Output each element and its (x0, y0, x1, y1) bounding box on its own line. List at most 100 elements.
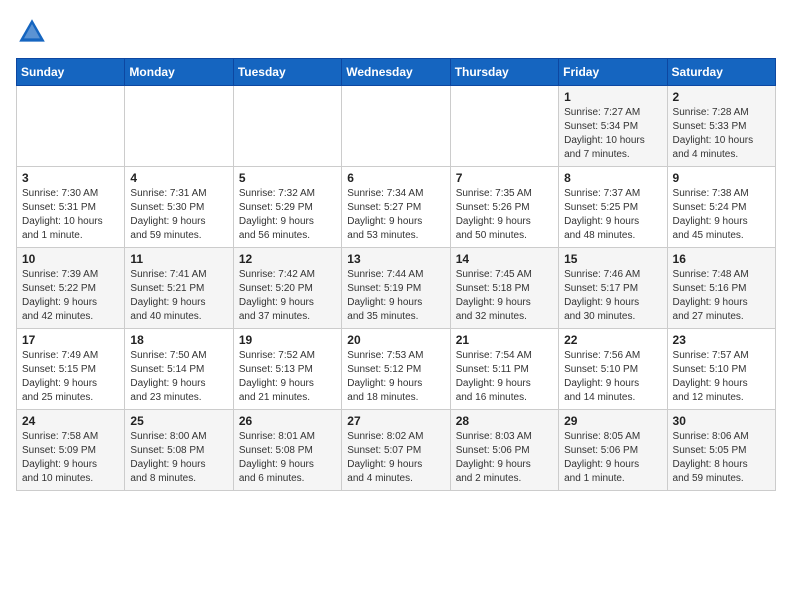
calendar-header: SundayMondayTuesdayWednesdayThursdayFrid… (17, 59, 776, 86)
week-row-1: 3 Sunrise: 7:30 AM Sunset: 5:31 PM Daylig… (17, 167, 776, 248)
day-header-monday: Monday (125, 59, 233, 86)
day-info: Sunrise: 7:42 AM Sunset: 5:20 PM Dayligh… (239, 268, 336, 324)
logo (16, 16, 52, 48)
day-number: 28 (456, 414, 553, 428)
day-number: 17 (22, 333, 119, 347)
day-info: Sunrise: 7:30 AM Sunset: 5:31 PM Dayligh… (22, 187, 119, 243)
day-number: 16 (673, 252, 770, 266)
day-header-sunday: Sunday (17, 59, 125, 86)
day-cell: 16Sunrise: 7:48 AM Sunset: 5:16 PM Dayli… (667, 248, 775, 329)
day-info: Sunrise: 8:00 AM Sunset: 5:08 PM Dayligh… (130, 430, 227, 486)
logo-icon (16, 16, 48, 48)
day-cell: 19 Sunrise: 7:52 AM Sunset: 5:13 PM Dayli… (233, 329, 341, 410)
day-cell (125, 86, 233, 167)
day-info: Sunrise: 8:01 AM Sunset: 5:08 PM Dayligh… (239, 430, 336, 486)
week-row-0: 1 Sunrise: 7:27 AM Sunset: 5:34 PM Daylig… (17, 86, 776, 167)
day-number: 13 (347, 252, 444, 266)
day-info: Sunrise: 7:41 AM Sunset: 5:21 PM Dayligh… (130, 268, 227, 324)
day-number: 14 (456, 252, 553, 266)
day-info: Sunrise: 7:56 AM Sunset: 5:10 PM Dayligh… (564, 349, 661, 405)
day-number: 1 (564, 90, 661, 104)
day-number: 11 (130, 252, 227, 266)
day-cell: 3 Sunrise: 7:30 AM Sunset: 5:31 PM Daylig… (17, 167, 125, 248)
day-cell (342, 86, 450, 167)
day-info: Sunrise: 7:27 AM Sunset: 5:34 PM Dayligh… (564, 106, 661, 162)
day-info: Sunrise: 7:38 AM Sunset: 5:24 PM Dayligh… (673, 187, 770, 243)
day-number: 6 (347, 171, 444, 185)
day-info: Sunrise: 8:03 AM Sunset: 5:06 PM Dayligh… (456, 430, 553, 486)
day-number: 3 (22, 171, 119, 185)
day-number: 2 (673, 90, 770, 104)
day-cell: 29 Sunrise: 8:05 AM Sunset: 5:06 PM Dayli… (559, 410, 667, 491)
day-info: Sunrise: 7:44 AM Sunset: 5:19 PM Dayligh… (347, 268, 444, 324)
week-row-2: 10Sunrise: 7:39 AM Sunset: 5:22 PM Dayli… (17, 248, 776, 329)
day-cell (450, 86, 558, 167)
day-info: Sunrise: 7:54 AM Sunset: 5:11 PM Dayligh… (456, 349, 553, 405)
day-number: 25 (130, 414, 227, 428)
day-info: Sunrise: 7:34 AM Sunset: 5:27 PM Dayligh… (347, 187, 444, 243)
day-info: Sunrise: 7:28 AM Sunset: 5:33 PM Dayligh… (673, 106, 770, 162)
day-cell: 13 Sunrise: 7:44 AM Sunset: 5:19 PM Dayli… (342, 248, 450, 329)
day-info: Sunrise: 7:52 AM Sunset: 5:13 PM Dayligh… (239, 349, 336, 405)
day-number: 4 (130, 171, 227, 185)
day-cell: 22 Sunrise: 7:56 AM Sunset: 5:10 PM Dayli… (559, 329, 667, 410)
day-cell (17, 86, 125, 167)
day-cell: 17 Sunrise: 7:49 AM Sunset: 5:15 PM Dayli… (17, 329, 125, 410)
day-header-saturday: Saturday (667, 59, 775, 86)
day-cell: 12 Sunrise: 7:42 AM Sunset: 5:20 PM Dayli… (233, 248, 341, 329)
day-info: Sunrise: 7:46 AM Sunset: 5:17 PM Dayligh… (564, 268, 661, 324)
day-cell: 9 Sunrise: 7:38 AM Sunset: 5:24 PM Daylig… (667, 167, 775, 248)
day-number: 8 (564, 171, 661, 185)
day-cell: 18 Sunrise: 7:50 AM Sunset: 5:14 PM Dayli… (125, 329, 233, 410)
day-cell: 14 Sunrise: 7:45 AM Sunset: 5:18 PM Dayli… (450, 248, 558, 329)
day-number: 29 (564, 414, 661, 428)
day-info: Sunrise: 7:49 AM Sunset: 5:15 PM Dayligh… (22, 349, 119, 405)
day-number: 30 (673, 414, 770, 428)
day-cell: 25 Sunrise: 8:00 AM Sunset: 5:08 PM Dayli… (125, 410, 233, 491)
day-cell: 26 Sunrise: 8:01 AM Sunset: 5:08 PM Dayli… (233, 410, 341, 491)
day-cell: 23Sunrise: 7:57 AM Sunset: 5:10 PM Dayli… (667, 329, 775, 410)
day-number: 24 (22, 414, 119, 428)
day-cell: 2 Sunrise: 7:28 AM Sunset: 5:33 PM Daylig… (667, 86, 775, 167)
day-info: Sunrise: 7:39 AM Sunset: 5:22 PM Dayligh… (22, 268, 119, 324)
week-row-4: 24 Sunrise: 7:58 AM Sunset: 5:09 PM Dayli… (17, 410, 776, 491)
day-cell: 21 Sunrise: 7:54 AM Sunset: 5:11 PM Dayli… (450, 329, 558, 410)
day-info: Sunrise: 7:50 AM Sunset: 5:14 PM Dayligh… (130, 349, 227, 405)
day-info: Sunrise: 7:57 AM Sunset: 5:10 PM Dayligh… (673, 349, 770, 405)
day-number: 9 (673, 171, 770, 185)
day-cell: 28 Sunrise: 8:03 AM Sunset: 5:06 PM Dayli… (450, 410, 558, 491)
day-info: Sunrise: 7:37 AM Sunset: 5:25 PM Dayligh… (564, 187, 661, 243)
day-header-friday: Friday (559, 59, 667, 86)
day-number: 22 (564, 333, 661, 347)
calendar-table: SundayMondayTuesdayWednesdayThursdayFrid… (16, 58, 776, 491)
header (16, 16, 776, 48)
day-info: Sunrise: 7:53 AM Sunset: 5:12 PM Dayligh… (347, 349, 444, 405)
day-info: Sunrise: 7:58 AM Sunset: 5:09 PM Dayligh… (22, 430, 119, 486)
calendar-body: 1 Sunrise: 7:27 AM Sunset: 5:34 PM Daylig… (17, 86, 776, 491)
day-number: 12 (239, 252, 336, 266)
day-info: Sunrise: 8:05 AM Sunset: 5:06 PM Dayligh… (564, 430, 661, 486)
day-cell: 27Sunrise: 8:02 AM Sunset: 5:07 PM Dayli… (342, 410, 450, 491)
day-cell: 11 Sunrise: 7:41 AM Sunset: 5:21 PM Dayli… (125, 248, 233, 329)
day-cell (233, 86, 341, 167)
day-info: Sunrise: 7:32 AM Sunset: 5:29 PM Dayligh… (239, 187, 336, 243)
day-info: Sunrise: 7:35 AM Sunset: 5:26 PM Dayligh… (456, 187, 553, 243)
day-cell: 5 Sunrise: 7:32 AM Sunset: 5:29 PM Daylig… (233, 167, 341, 248)
header-row: SundayMondayTuesdayWednesdayThursdayFrid… (17, 59, 776, 86)
day-info: Sunrise: 7:31 AM Sunset: 5:30 PM Dayligh… (130, 187, 227, 243)
day-cell: 15Sunrise: 7:46 AM Sunset: 5:17 PM Dayli… (559, 248, 667, 329)
day-header-thursday: Thursday (450, 59, 558, 86)
day-header-wednesday: Wednesday (342, 59, 450, 86)
day-info: Sunrise: 8:06 AM Sunset: 5:05 PM Dayligh… (673, 430, 770, 486)
day-cell: 24 Sunrise: 7:58 AM Sunset: 5:09 PM Dayli… (17, 410, 125, 491)
day-cell: 20Sunrise: 7:53 AM Sunset: 5:12 PM Dayli… (342, 329, 450, 410)
day-cell: 30 Sunrise: 8:06 AM Sunset: 5:05 PM Dayli… (667, 410, 775, 491)
day-info: Sunrise: 7:45 AM Sunset: 5:18 PM Dayligh… (456, 268, 553, 324)
day-number: 5 (239, 171, 336, 185)
day-number: 18 (130, 333, 227, 347)
day-cell: 8 Sunrise: 7:37 AM Sunset: 5:25 PM Daylig… (559, 167, 667, 248)
day-info: Sunrise: 8:02 AM Sunset: 5:07 PM Dayligh… (347, 430, 444, 486)
day-number: 26 (239, 414, 336, 428)
day-number: 19 (239, 333, 336, 347)
day-number: 21 (456, 333, 553, 347)
